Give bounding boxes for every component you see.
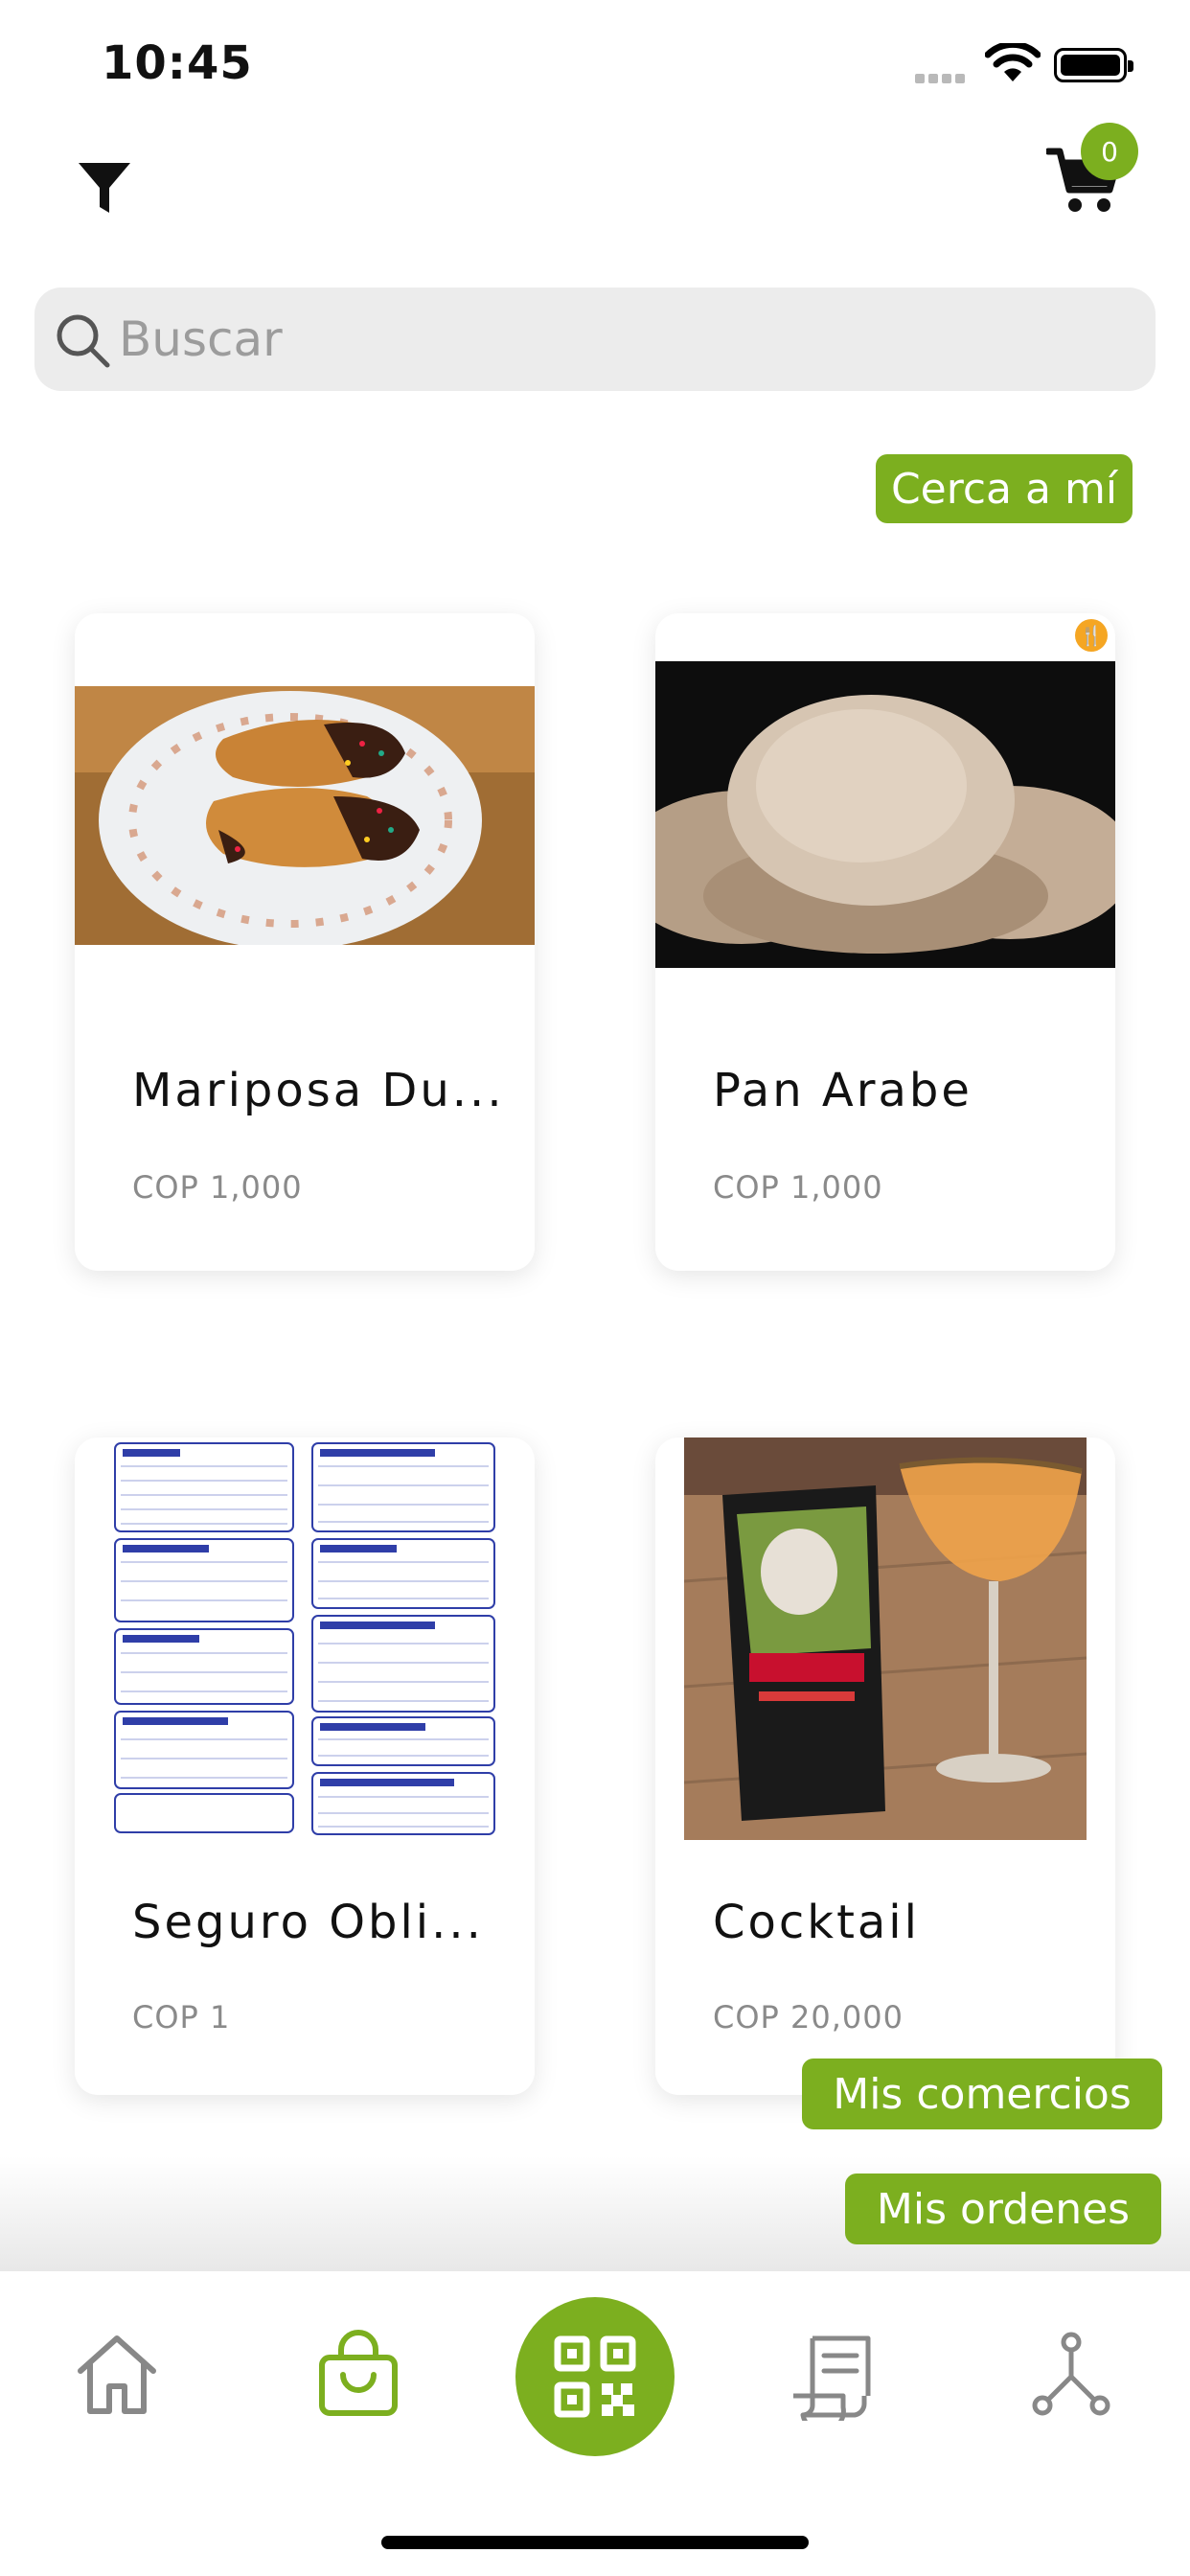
product-image xyxy=(75,686,535,945)
product-image xyxy=(655,661,1115,968)
product-price: COP 1,000 xyxy=(132,1169,303,1206)
qr-scan-button[interactable] xyxy=(515,2297,675,2456)
mis-ordenes-button[interactable]: Mis ordenes xyxy=(845,2174,1161,2244)
shopping-bag-icon[interactable] xyxy=(312,2329,404,2421)
battery-icon xyxy=(1054,48,1133,82)
product-card-mariposa[interactable]: Mariposa Du... COP 1,000 xyxy=(75,613,535,1271)
product-title: Cocktail xyxy=(713,1896,920,1949)
receipt-icon[interactable] xyxy=(788,2329,880,2421)
product-title: Mariposa Du... xyxy=(132,1064,505,1117)
mis-comercios-button[interactable]: Mis comercios xyxy=(802,2058,1162,2129)
home-indicator[interactable] xyxy=(381,2536,809,2549)
product-price: COP 1,000 xyxy=(713,1169,883,1206)
product-price: COP 1 xyxy=(132,1999,231,2036)
qr-code-icon xyxy=(554,2335,636,2418)
near-me-button[interactable]: Cerca a mí xyxy=(876,454,1133,523)
product-card-pan-arabe[interactable]: 🍴 Pan Arabe COP 1,000 xyxy=(655,613,1115,1271)
food-badge-icon: 🍴 xyxy=(1075,619,1108,652)
search-icon xyxy=(57,314,110,368)
network-icon[interactable] xyxy=(1025,2329,1117,2421)
filter-icon[interactable] xyxy=(77,161,132,217)
search-input[interactable] xyxy=(119,295,1134,383)
product-card-cocktail[interactable]: Cocktail COP 20,000 xyxy=(655,1438,1115,2095)
product-image xyxy=(684,1438,1087,1840)
cellular-signal-icon xyxy=(915,69,971,83)
status-time: 10:45 xyxy=(102,36,253,90)
wifi-icon xyxy=(985,43,1041,81)
product-title: Seguro Obli... xyxy=(132,1896,484,1949)
product-image xyxy=(111,1438,498,1840)
home-icon[interactable] xyxy=(71,2329,163,2421)
cart-count-badge: 0 xyxy=(1081,123,1138,180)
product-title: Pan Arabe xyxy=(713,1064,973,1117)
product-card-seguro[interactable]: Seguro Obli... COP 1 xyxy=(75,1438,535,2095)
product-price: COP 20,000 xyxy=(713,1999,904,2036)
